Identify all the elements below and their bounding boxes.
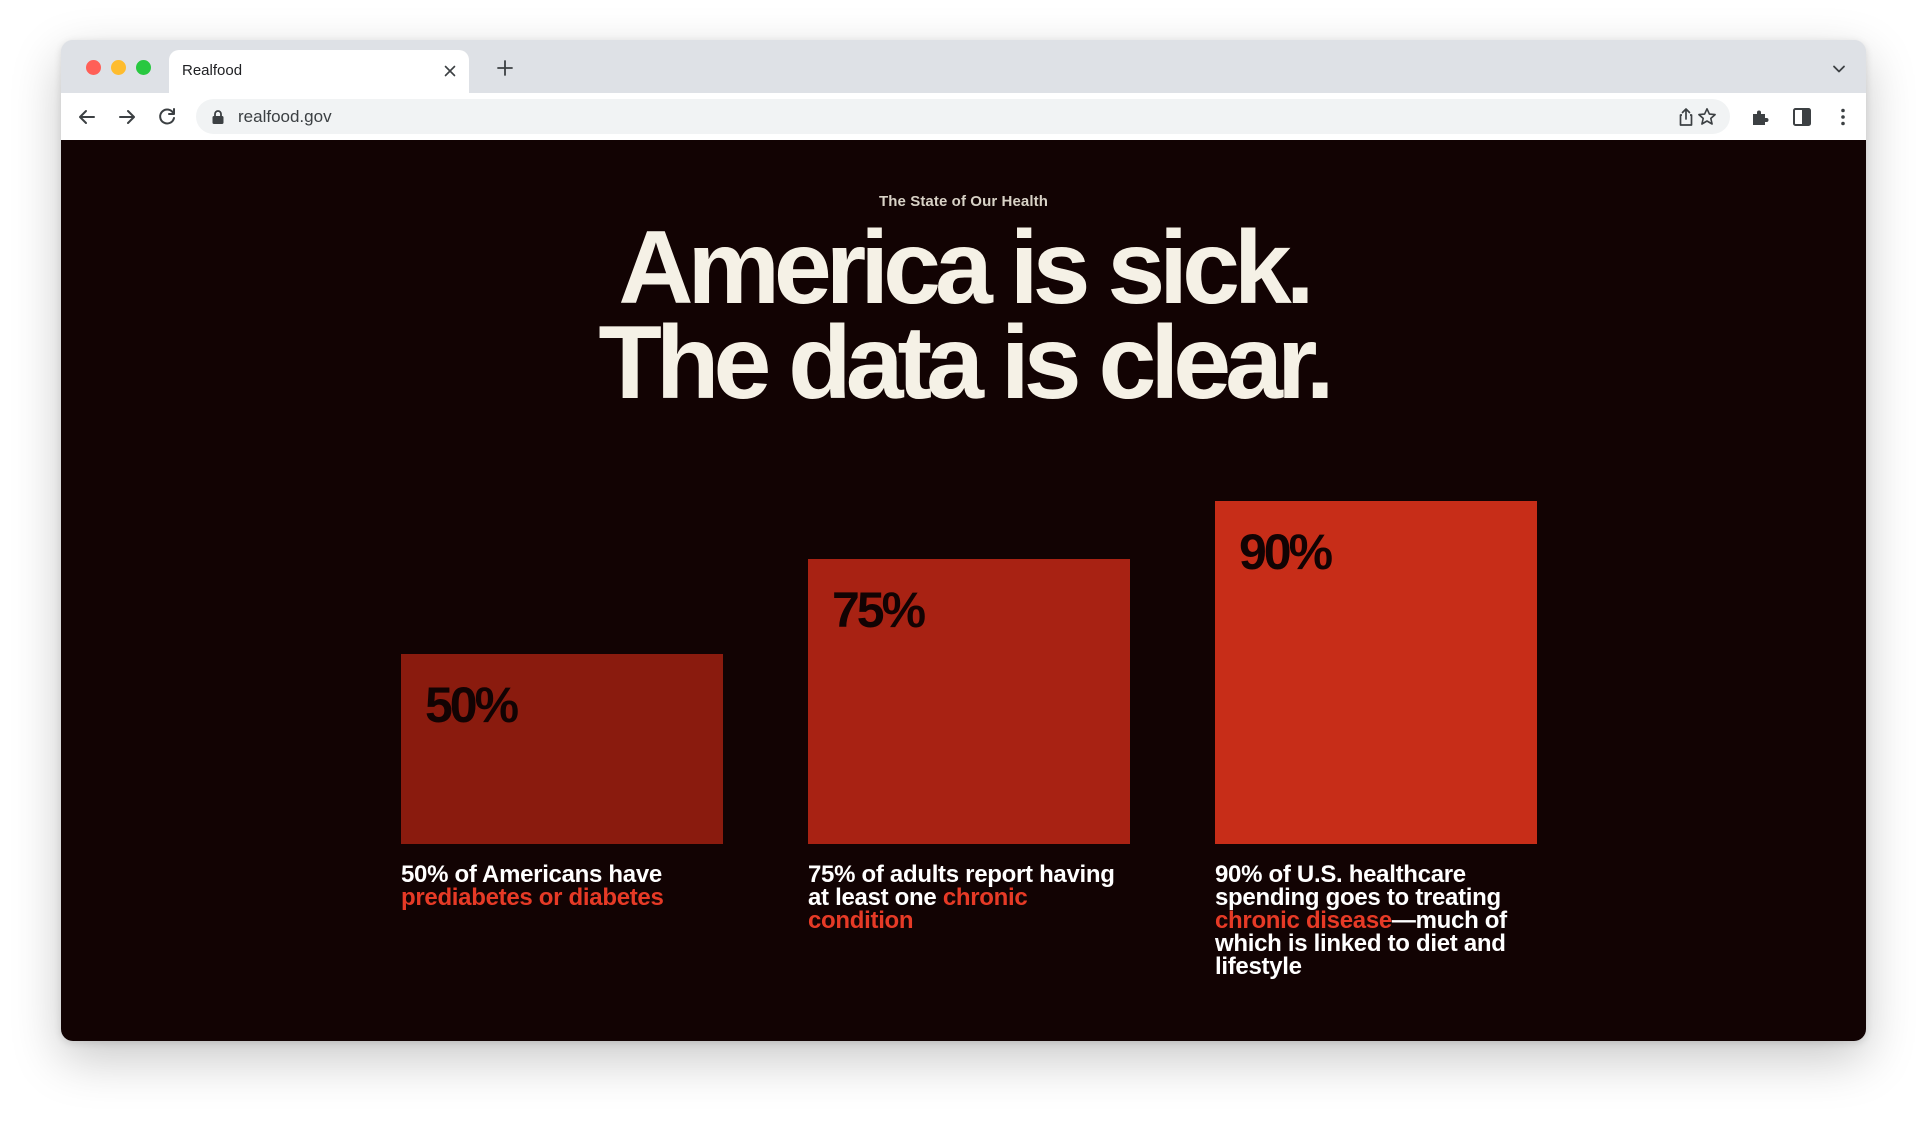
stat-caption-healthcare-spending: 90% of U.S. healthcare spending goes to … (1215, 861, 1537, 979)
page-content: The State of Our Health America is sick.… (61, 140, 1866, 1041)
tab-strip: Realfood (61, 40, 1866, 93)
side-panel-icon[interactable] (1790, 105, 1814, 129)
window-minimize-button[interactable] (111, 60, 126, 75)
headline-line-1: America is sick. (618, 210, 1314, 326)
reload-icon[interactable] (155, 105, 179, 129)
section-eyebrow: The State of Our Health (879, 193, 1048, 210)
extensions-puzzle-icon[interactable] (1749, 105, 1773, 129)
lock-icon (211, 109, 225, 125)
page-headline: America is sick. The data is clear. (61, 210, 1866, 421)
window-maximize-button[interactable] (136, 60, 151, 75)
address-bar[interactable]: realfood.gov (196, 99, 1730, 134)
headline-line-2: The data is clear. (598, 305, 1334, 421)
url-text: realfood.gov (238, 107, 332, 126)
stat-bar-prediabetes: 50% (401, 654, 723, 844)
stat-value: 75% (832, 582, 926, 638)
browser-window: Realfood realfood.gov The State of Our H… (61, 40, 1866, 1041)
tab-search-chevron-down-icon[interactable] (1830, 60, 1848, 78)
new-tab-plus-icon[interactable] (495, 58, 515, 78)
browser-toolbar: realfood.gov (61, 93, 1866, 140)
back-arrow-icon[interactable] (75, 105, 99, 129)
stat-caption-prediabetes: 50% of Americans have prediabetes or dia… (401, 863, 723, 911)
stat-bar-chronic-condition: 75% (808, 559, 1130, 844)
stat-caption-chronic-condition: 75% of adults report having at least one… (808, 863, 1130, 933)
tab-title: Realfood (182, 62, 243, 79)
tab-realfood[interactable]: Realfood (169, 50, 469, 93)
window-close-button[interactable] (86, 60, 101, 75)
tab-close-icon[interactable] (441, 62, 459, 80)
stat-bar-healthcare-spending: 90% (1215, 501, 1537, 844)
stat-value: 90% (1239, 524, 1333, 580)
bookmark-star-icon[interactable] (1696, 106, 1718, 128)
forward-arrow-icon[interactable] (115, 105, 139, 129)
caption-highlight: prediabetes or diabetes (401, 884, 664, 911)
caption-text: 90% of U.S. healthcare spending goes to … (1215, 861, 1501, 911)
stat-value: 50% (425, 677, 519, 733)
more-options-icon[interactable] (1831, 105, 1855, 129)
share-icon[interactable] (1675, 106, 1697, 128)
